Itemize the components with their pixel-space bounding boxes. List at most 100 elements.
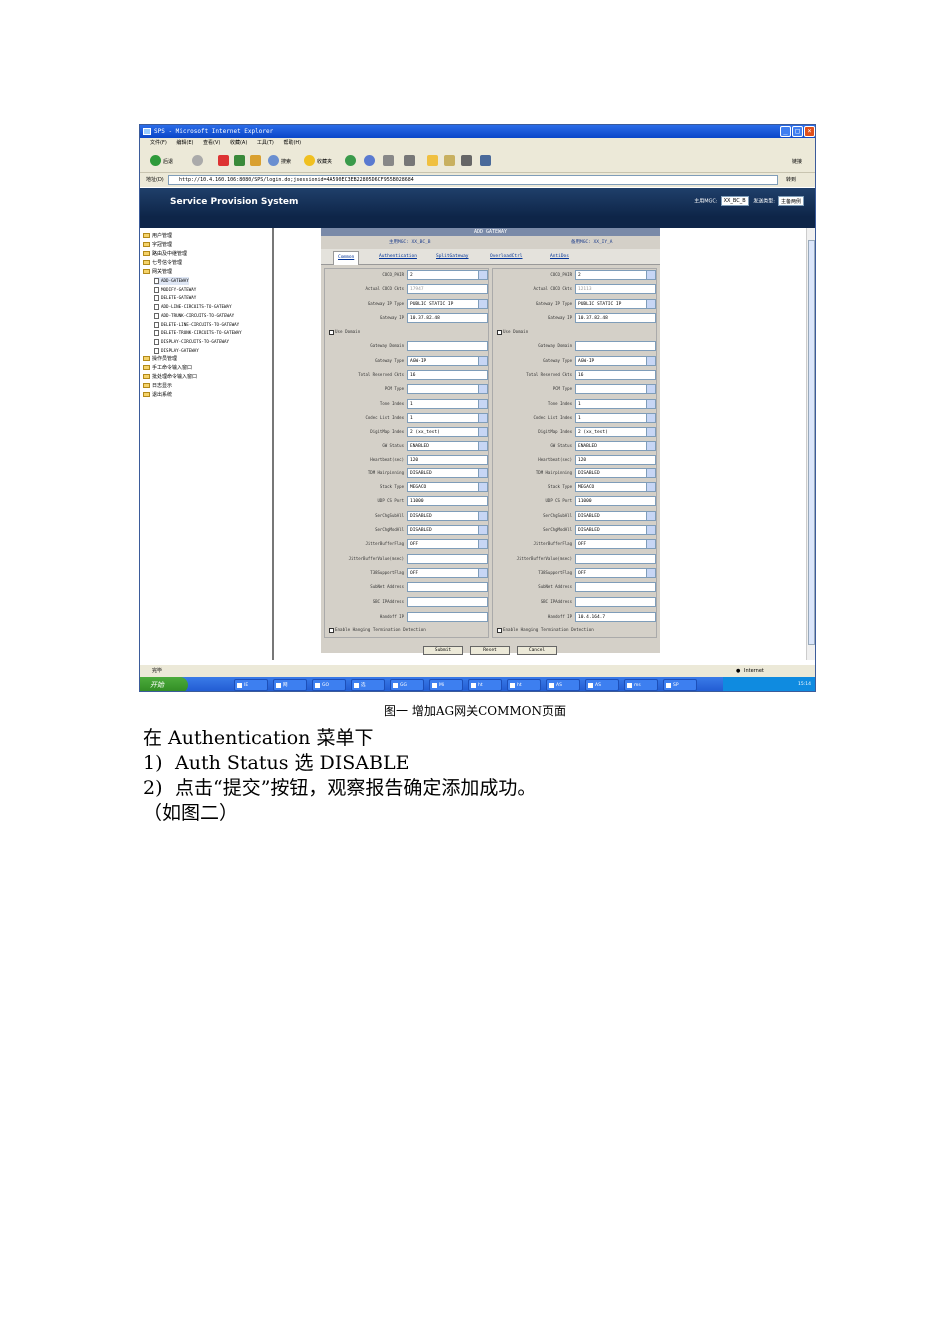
search-label[interactable]: 搜索 (281, 158, 291, 165)
menu-tools[interactable]: 工具(T) (257, 140, 274, 146)
main-mgc-select[interactable]: XX_BC_B (720, 196, 749, 206)
task-item[interactable]: GO (312, 679, 346, 691)
tree-folder[interactable]: 手工命令输入窗口 (143, 364, 192, 372)
search-icon[interactable] (268, 155, 279, 166)
field-select[interactable]: 1 (575, 399, 656, 409)
menu-help[interactable]: 帮助(H) (283, 140, 301, 146)
go-button[interactable]: 转到 (786, 175, 796, 185)
field-select[interactable]: 1 (407, 413, 488, 423)
tree-folder[interactable]: 路由及中继管理 (143, 250, 187, 258)
field-input[interactable]: 17947 (407, 284, 488, 294)
refresh-icon[interactable] (234, 155, 245, 166)
menu-favorites[interactable]: 收藏(A) (230, 140, 247, 146)
back-label[interactable]: 后退 (163, 158, 173, 165)
menu-view[interactable]: 查看(V) (203, 140, 220, 146)
edit-icon[interactable] (404, 155, 415, 166)
field-select[interactable]: OFF (575, 568, 656, 578)
checkbox-box[interactable] (497, 329, 502, 335)
field-select[interactable]: PUBLIC STATIC IP (575, 299, 656, 309)
field-select[interactable]: 2 (xx_test) (575, 427, 656, 437)
field-select[interactable]: DISABLED (575, 511, 656, 521)
field-input[interactable] (575, 582, 656, 592)
history-icon[interactable] (345, 155, 356, 166)
tree-item-gateway[interactable]: MODIFY-GATEWAY (154, 286, 196, 294)
tree-folder[interactable]: 字冠管理 (143, 241, 172, 249)
reset-button[interactable]: Reset (470, 646, 510, 655)
checkbox-box[interactable] (329, 627, 334, 633)
field-input[interactable]: 16 (407, 370, 488, 380)
tab-authentication[interactable]: Authentication (379, 254, 417, 259)
tree-item-gateway[interactable]: ADD-TRUNK-CIRCUITS-TO-GATEWAY (154, 312, 234, 320)
start-button[interactable]: 开始 (140, 677, 188, 691)
field-select[interactable]: ENABLED (575, 441, 656, 451)
field-select[interactable]: AGW-IP (575, 356, 656, 366)
field-select[interactable]: OFF (407, 568, 488, 578)
tab-overloadctrl[interactable]: OverloadCtrl (490, 254, 523, 259)
field-input[interactable]: 11000 (407, 496, 488, 506)
favorites-label[interactable]: 收藏夹 (317, 158, 332, 165)
field-select[interactable]: ENABLED (407, 441, 488, 451)
tree-item-gateway[interactable]: DELETE-TRUNK-CIRCUITS-TO-GATEWAY (154, 329, 242, 337)
enable-hanging-checkbox[interactable]: Enable Hanging Termination Detection (329, 627, 426, 633)
links-label[interactable]: 链接 (792, 158, 802, 165)
research-icon[interactable] (461, 155, 472, 166)
menu-file[interactable]: 文件(F) (150, 140, 167, 146)
scrollbar-thumb[interactable] (808, 240, 815, 645)
tree-folder[interactable]: 网关管理 (143, 268, 172, 276)
tree-folder[interactable]: 用户管理 (143, 232, 172, 240)
field-select[interactable]: DISABLED (407, 525, 488, 535)
field-input[interactable] (575, 341, 656, 351)
field-input[interactable]: 10.4.164.7 (575, 612, 656, 622)
tree-item-gateway[interactable]: DELETE-LINE-CIRCUITS-TO-GATEWAY (154, 321, 239, 329)
field-select[interactable]: 1 (407, 399, 488, 409)
tree-item-gateway[interactable]: ADD-LINE-CIRCUITS-TO-GATEWAY (154, 303, 232, 311)
tree-item-gateway[interactable]: DELETE-GATEWAY (154, 294, 196, 302)
field-select[interactable]: PUBLIC STATIC IP (407, 299, 488, 309)
task-item[interactable]: 网 (273, 679, 307, 691)
tree-folder[interactable]: 日志显示 (143, 382, 172, 390)
task-item[interactable]: 选 (351, 679, 385, 691)
field-input[interactable]: 11000 (575, 496, 656, 506)
submit-button[interactable]: Submit (423, 646, 463, 655)
task-item[interactable]: Mi (429, 679, 463, 691)
task-item[interactable]: GG (390, 679, 424, 691)
field-input[interactable] (575, 597, 656, 607)
folder-icon[interactable] (427, 155, 438, 166)
favorites-icon[interactable] (304, 155, 315, 166)
checkbox-box[interactable] (497, 627, 502, 633)
field-input[interactable]: 16 (575, 370, 656, 380)
stop-icon[interactable] (218, 155, 229, 166)
print-icon[interactable] (383, 155, 394, 166)
field-select[interactable]: 1 (575, 413, 656, 423)
tree-item-gateway[interactable]: DISPLAY-CIRCUITS-TO-GATEWAY (154, 338, 229, 346)
field-input[interactable]: 120 (575, 455, 656, 465)
address-input[interactable]: http://10.4.160.106:8080/SPS/login.do;js… (168, 175, 778, 185)
messenger-icon[interactable] (444, 155, 455, 166)
tab-antidos[interactable]: AntiDos (550, 254, 569, 259)
task-item[interactable]: AS (546, 679, 580, 691)
field-select[interactable]: OFF (575, 539, 656, 549)
field-input[interactable] (407, 341, 488, 351)
back-icon[interactable] (150, 155, 161, 166)
field-select[interactable]: DISABLED (407, 511, 488, 521)
minimize-button[interactable]: _ (780, 126, 791, 137)
task-item[interactable]: SP (663, 679, 697, 691)
tab-common[interactable]: Common (333, 251, 360, 265)
field-input[interactable]: 120 (407, 455, 488, 465)
cancel-button[interactable]: Cancel (517, 646, 557, 655)
field-input[interactable] (575, 554, 656, 564)
field-input[interactable] (407, 582, 488, 592)
tree-folder[interactable]: 退出系统 (143, 391, 172, 399)
maximize-button[interactable]: □ (792, 126, 803, 137)
mail-icon[interactable] (364, 155, 375, 166)
tools-icon[interactable] (480, 155, 491, 166)
task-item[interactable]: ht (507, 679, 541, 691)
tab-splitgateway[interactable]: SplitGateway (436, 254, 469, 259)
use-domain-checkbox[interactable]: Use Domain (329, 329, 360, 335)
close-button[interactable]: × (804, 126, 815, 137)
field-select[interactable]: MEGACO (575, 482, 656, 492)
tree-folder[interactable]: 批处理命令输入窗口 (143, 373, 197, 381)
field-select[interactable]: DISABLED (575, 525, 656, 535)
send-type-select[interactable]: 主备两例 (777, 196, 804, 206)
field-select[interactable]: AGW-IP (407, 356, 488, 366)
